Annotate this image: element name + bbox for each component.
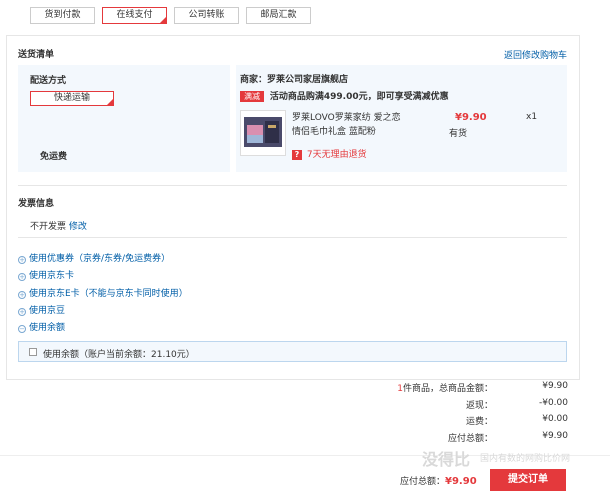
product-stock: 有货 xyxy=(449,129,468,139)
balance-label: 使用余额（账户当前余额：21.10元） xyxy=(43,350,195,360)
summary-payable-row: 应付总额： ¥9.90 xyxy=(380,431,568,445)
merchant-label: 商家： xyxy=(240,75,268,85)
option-balance[interactable]: − 使用余额 xyxy=(18,320,65,333)
option-jd-card-label: 使用京东卡 xyxy=(29,271,75,281)
expand-icon: + xyxy=(18,273,26,281)
product-price: ¥9.90 xyxy=(455,112,487,123)
footer-bar: 没得比 国内有数的网购比价网 应付总额：¥9.90 提交订单 xyxy=(0,450,610,499)
express-shipping-label: 快递运输 xyxy=(53,93,90,103)
invoice-title: 发票信息 xyxy=(18,199,55,209)
expand-icon: + xyxy=(18,291,26,299)
submit-order-button[interactable]: 提交订单 xyxy=(490,469,566,491)
payment-online-label: 在线支付 xyxy=(116,10,153,20)
express-shipping-option[interactable]: 快递运输 xyxy=(30,91,114,106)
summary-shipping-label: 运费： xyxy=(465,417,493,427)
watermark-tagline: 国内有数的网购比价网 xyxy=(480,454,571,464)
merchant-name: 罗莱公司家居旗舰店 xyxy=(267,75,349,85)
summary-cashback-row: 返现： -¥0.00 xyxy=(380,398,568,412)
summary-payable-label: 应付总额： xyxy=(447,434,493,444)
invoice-edit-link[interactable]: 修改 xyxy=(69,222,87,232)
return-policy-text: 7天无理由退货 xyxy=(306,150,367,160)
product-name-link[interactable]: 罗莱LOVO罗莱家纺 爱之恋情侣毛巾礼盒 蓝配粉 xyxy=(292,111,402,139)
watermark-logo: 没得比 xyxy=(422,450,471,469)
return-policy: ? 7天无理由退货 xyxy=(292,147,367,160)
summary-payable-value: ¥9.90 xyxy=(542,431,568,441)
option-coupon[interactable]: + 使用优惠券（京券/东券/免运费券） xyxy=(18,251,170,264)
merchant-panel: 商家：罗莱公司家居旗舰店 满减 活动商品购满499.00元，即可享受满减优惠 罗… xyxy=(230,65,567,172)
option-jd-ecard-label: 使用京东E卡（不能与京东卡同时使用） xyxy=(29,289,188,299)
selected-corner-icon xyxy=(160,17,166,23)
summary-shipping-value: ¥0.00 xyxy=(542,414,568,424)
promo-text: 活动商品购满499.00元，即可享受满减优惠 xyxy=(269,92,449,102)
option-coupon-label: 使用优惠券（京券/东券/免运费券） xyxy=(29,254,171,264)
collapse-icon: − xyxy=(18,325,26,333)
balance-checkbox[interactable] xyxy=(29,348,37,356)
summary-count-suffix: 件商品，总商品金额： xyxy=(402,384,493,394)
free-shipping-text: 免运费 xyxy=(40,152,68,162)
payment-postal-button[interactable]: 邮局汇款 xyxy=(246,7,311,24)
expand-icon: + xyxy=(18,256,26,264)
product-image[interactable] xyxy=(240,110,286,156)
shipping-panel: 配送方式 快递运输 免运费 商家：罗莱公司家居旗舰店 满减 活动商品购满499.… xyxy=(18,65,567,172)
footer-payable: 应付总额：¥9.90 xyxy=(400,474,477,487)
expand-icon: + xyxy=(18,308,26,316)
shipping-method-label: 配送方式 xyxy=(30,76,67,86)
invoice-line: 不开发票 修改 xyxy=(30,219,87,232)
payment-online-button[interactable]: 在线支付 xyxy=(102,7,167,24)
promo-badge: 满减 xyxy=(240,91,264,102)
summary-goods-value: ¥9.90 xyxy=(542,381,568,391)
back-to-cart-link[interactable]: 返回修改购物车 xyxy=(504,48,567,61)
summary-shipping-row: 运费： ¥0.00 xyxy=(380,414,568,428)
option-jd-card[interactable]: + 使用京东卡 xyxy=(18,268,74,281)
payment-transfer-button[interactable]: 公司转账 xyxy=(174,7,239,24)
summary-goods-label: 1件商品，总商品金额： xyxy=(397,381,493,394)
option-jd-ecard[interactable]: + 使用京东E卡（不能与京东卡同时使用） xyxy=(18,286,188,299)
summary-cashback-value: -¥0.00 xyxy=(538,398,568,408)
divider xyxy=(18,185,567,186)
return-policy-icon: ? xyxy=(292,150,302,160)
summary-goods-row: 1件商品，总商品金额： ¥9.90 xyxy=(380,381,568,395)
product-qty: x1 xyxy=(526,112,538,122)
towel-gift-box-image xyxy=(244,117,282,147)
option-balance-label: 使用余额 xyxy=(29,323,66,333)
shipping-title: 送货清单 xyxy=(18,50,55,60)
promo-line: 满减 活动商品购满499.00元，即可享受满减优惠 xyxy=(240,89,449,102)
divider xyxy=(18,237,567,238)
summary-cashback-label: 返现： xyxy=(465,401,493,411)
merchant-line: 商家：罗莱公司家居旗舰店 xyxy=(240,72,348,85)
balance-panel: 使用余额（账户当前余额：21.10元） xyxy=(18,341,567,362)
option-jd-beans-label: 使用京豆 xyxy=(29,306,66,316)
footer-payable-value: ¥9.90 xyxy=(445,476,477,487)
option-jd-beans[interactable]: + 使用京豆 xyxy=(18,303,65,316)
selected-corner-icon xyxy=(107,99,113,105)
invoice-value: 不开发票 xyxy=(30,222,67,232)
payment-cod-button[interactable]: 货到付款 xyxy=(30,7,95,24)
footer-payable-label: 应付总额： xyxy=(400,477,446,487)
